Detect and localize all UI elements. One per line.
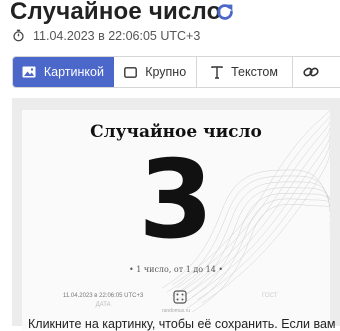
rectangle-icon	[124, 66, 138, 78]
stopwatch-icon	[13, 29, 24, 42]
tab-link[interactable]	[293, 57, 340, 87]
random-number: 3	[138, 138, 214, 263]
card-footer-datetime-text: 11.04.2023 в 22:06:05 UTC+3	[63, 293, 144, 299]
tab-image[interactable]: Картинкой	[13, 57, 114, 87]
card-footer-right: ГОСТ	[262, 293, 278, 299]
result-image[interactable]: Случайное число 3 • 1 число, от 1 до 14 …	[22, 110, 330, 330]
tab-large-label: Крупно	[145, 65, 187, 79]
result-card: Случайное число 3 • 1 число, от 1 до 14 …	[12, 98, 340, 330]
generation-timestamp: 11.04.2023 в 22:06:05 UTC+3	[12, 29, 200, 43]
timestamp-text: 11.04.2023 в 22:06:05 UTC+3	[33, 29, 201, 43]
view-tabs: Картинкой Крупно Текстом	[12, 56, 340, 88]
image-icon	[22, 66, 36, 78]
page-title: Случайное число	[10, 0, 222, 25]
link-icon	[302, 67, 319, 77]
dice-icon	[173, 290, 187, 304]
tab-image-label: Картинкой	[43, 65, 104, 79]
number-caption: • 1 число, от 1 до 14 •	[128, 265, 224, 274]
text-icon	[211, 65, 223, 79]
refresh-icon[interactable]	[214, 1, 236, 23]
card-footer-domain: randomus.ru	[161, 308, 191, 314]
save-hint-text: Кликните на картинку, чтобы её сохранить…	[28, 317, 336, 331]
tab-text-label: Текстом	[231, 65, 278, 79]
tab-large[interactable]: Крупно	[114, 57, 198, 87]
page-header: Случайное число	[10, 0, 330, 26]
tab-text[interactable]: Текстом	[197, 57, 293, 87]
